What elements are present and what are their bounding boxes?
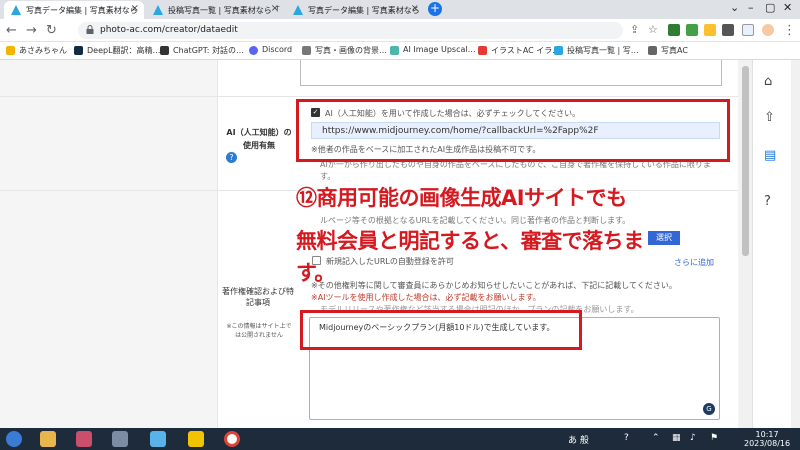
chatgpt-icon bbox=[160, 46, 169, 55]
help-icon[interactable]: ? bbox=[624, 433, 629, 443]
share-icon[interactable]: ⇪ bbox=[630, 23, 639, 36]
tab-title: 写真データ編集 | 写真素材なら bbox=[308, 6, 420, 15]
close-icon[interactable]: × bbox=[271, 3, 279, 14]
app-icon[interactable] bbox=[150, 431, 166, 447]
bookmarks-bar: あさみちゃん DeepL翻訳：高精… ChatGPT: 対話の… Discord… bbox=[0, 42, 800, 60]
page-content: AI（人工知能）の使用有無 ? ✓ AI（人工知能）を用いて作成した場合は、必ず… bbox=[0, 60, 752, 428]
file-explorer-icon[interactable] bbox=[40, 431, 56, 447]
browser-tab-bar: 写真データ編集 | 写真素材なら × 投稿写真一覧 | 写真素材なら「 × 写真… bbox=[0, 0, 800, 19]
network-icon[interactable]: ▦ bbox=[672, 433, 681, 443]
highlight-box-ai bbox=[296, 99, 730, 162]
grammarly-icon[interactable]: G bbox=[703, 403, 715, 415]
highlight-box-remarks bbox=[300, 310, 582, 350]
bookmark-item[interactable]: AI Image Upscal… bbox=[390, 45, 476, 55]
scrollbar-thumb[interactable] bbox=[742, 66, 749, 256]
photoac-icon bbox=[293, 5, 303, 15]
bookmark-item[interactable]: 投稿写真一覧 | 写… bbox=[554, 45, 639, 56]
ai-note-3: す。 bbox=[320, 172, 336, 181]
back-icon[interactable]: ← bbox=[6, 23, 17, 38]
help-circle-icon[interactable]: ? bbox=[764, 194, 771, 209]
deepl-icon bbox=[74, 46, 83, 55]
tab-photo-list[interactable]: 投稿写真一覧 | 写真素材なら「 × bbox=[146, 1, 284, 19]
folder-icon bbox=[6, 46, 15, 55]
volume-icon[interactable]: ♪ bbox=[690, 433, 696, 443]
photoac-icon bbox=[648, 46, 657, 55]
illustac-icon bbox=[478, 46, 487, 55]
photoac-icon bbox=[11, 5, 21, 15]
bookmark-star-icon[interactable]: ☆ bbox=[648, 23, 658, 36]
avatar[interactable] bbox=[762, 24, 774, 36]
add-more-link[interactable]: さらに追加 bbox=[674, 257, 714, 268]
annotation-line-3: す。 bbox=[296, 261, 335, 285]
ai-usage-label: AI（人工知能）の使用有無 bbox=[226, 128, 292, 150]
paint-icon[interactable] bbox=[112, 431, 128, 447]
copyright-note: ※この情報はサイト上では公開されません bbox=[226, 323, 292, 339]
tab-title: 写真データ編集 | 写真素材なら bbox=[26, 6, 138, 15]
reload-icon[interactable]: ↻ bbox=[46, 23, 57, 38]
address-bar-row: ← → ↻ photo-ac.com/creator/dataedit ⇪ ☆ … bbox=[0, 19, 800, 42]
help-icon[interactable]: ? bbox=[226, 152, 237, 163]
close-icon[interactable]: × bbox=[411, 3, 419, 14]
upscaler-icon bbox=[390, 46, 399, 55]
tab-photo-edit-2[interactable]: 写真データ編集 | 写真素材なら × bbox=[286, 1, 424, 19]
checklist-icon[interactable] bbox=[188, 431, 204, 447]
ime-indicator[interactable]: あ 般 bbox=[568, 433, 589, 446]
taskbar: あ 般 ? ⌃ ▦ ♪ ⚑ 10:17 2023/08/16 bbox=[0, 428, 800, 450]
url-text: photo-ac.com/creator/dataedit bbox=[100, 25, 238, 35]
previous-textarea[interactable] bbox=[300, 60, 722, 86]
form-label-column bbox=[0, 60, 218, 428]
flag-icon[interactable]: ⚑ bbox=[710, 433, 718, 443]
clock-date: 2023/08/16 bbox=[744, 439, 791, 448]
tab-title: 投稿写真一覧 | 写真素材なら「 bbox=[168, 6, 280, 15]
chevron-down-icon[interactable]: ⌄ bbox=[730, 1, 739, 14]
bookmark-icon bbox=[302, 46, 311, 55]
clock[interactable]: 10:17 2023/08/16 bbox=[744, 430, 790, 448]
annotation-line-2: 無料会員と明記すると、審査で落ちま bbox=[296, 229, 644, 253]
chrome-icon[interactable] bbox=[224, 431, 240, 447]
upload-icon[interactable]: ⇧ bbox=[764, 110, 775, 125]
copyright-label: 著作権確認および特記事項 bbox=[222, 287, 294, 307]
maximize-icon[interactable]: ▢ bbox=[765, 1, 775, 14]
photoac-icon bbox=[554, 46, 563, 55]
auto-register-label: 新規記入したURLの自動登録を許可 bbox=[326, 257, 454, 266]
bookmark-item[interactable]: あさみちゃん bbox=[6, 45, 67, 56]
close-icon[interactable]: × bbox=[131, 3, 139, 14]
copyright-note-1: ※その他権利等に関して審査員にあらかじめお知らせしたいことがあれば、下記に記載し… bbox=[311, 281, 677, 290]
row-divider bbox=[0, 96, 738, 97]
home-icon[interactable]: ⌂ bbox=[764, 74, 772, 89]
snipping-tool-icon[interactable] bbox=[76, 431, 92, 447]
url-field[interactable]: photo-ac.com/creator/dataedit bbox=[78, 22, 623, 39]
bookmark-item[interactable]: 写真・画像の背景… bbox=[302, 45, 387, 56]
tray-chevron-icon[interactable]: ⌃ bbox=[652, 433, 660, 443]
screen: 写真データ編集 | 写真素材なら × 投稿写真一覧 | 写真素材なら「 × 写真… bbox=[0, 0, 800, 450]
photoac-icon bbox=[153, 5, 163, 15]
select-button[interactable]: 選択 bbox=[648, 231, 680, 245]
new-tab-button[interactable]: + bbox=[428, 2, 442, 16]
extension-check-icon[interactable] bbox=[686, 24, 698, 36]
bookmark-item[interactable]: DeepL翻訳：高精… bbox=[74, 45, 161, 56]
document-icon[interactable]: ▤ bbox=[764, 148, 776, 163]
sidepanel-icon[interactable] bbox=[742, 24, 754, 36]
extension-icon[interactable] bbox=[704, 24, 716, 36]
bookmark-item[interactable]: 写真AC bbox=[648, 45, 688, 56]
side-scrollbar[interactable] bbox=[791, 60, 800, 428]
bookmark-item[interactable]: イラストAC イラ… bbox=[478, 45, 560, 56]
minimize-icon[interactable]: – bbox=[748, 1, 754, 14]
discord-icon bbox=[249, 46, 258, 55]
puzzle-icon[interactable] bbox=[722, 24, 734, 36]
start-icon[interactable] bbox=[6, 431, 22, 447]
clock-time: 10:17 bbox=[755, 430, 779, 439]
forward-icon[interactable]: → bbox=[26, 23, 37, 38]
tab-photo-edit[interactable]: 写真データ編集 | 写真素材なら × bbox=[4, 1, 144, 19]
extension-icon[interactable] bbox=[668, 24, 680, 36]
copyright-note-2: ※AIツールを使用し作成した場合は、必ず記載をお願いします。 bbox=[311, 293, 541, 302]
menu-dots-icon[interactable]: ⋮ bbox=[783, 23, 796, 38]
annotation-line-1: ⑫商用可能の画像生成AIサイトでも bbox=[296, 186, 627, 210]
lock-icon bbox=[86, 25, 94, 34]
close-window-icon[interactable]: ✕ bbox=[783, 1, 792, 14]
bookmark-item[interactable]: Discord bbox=[249, 45, 292, 55]
bookmark-item[interactable]: ChatGPT: 対話の… bbox=[160, 45, 244, 56]
